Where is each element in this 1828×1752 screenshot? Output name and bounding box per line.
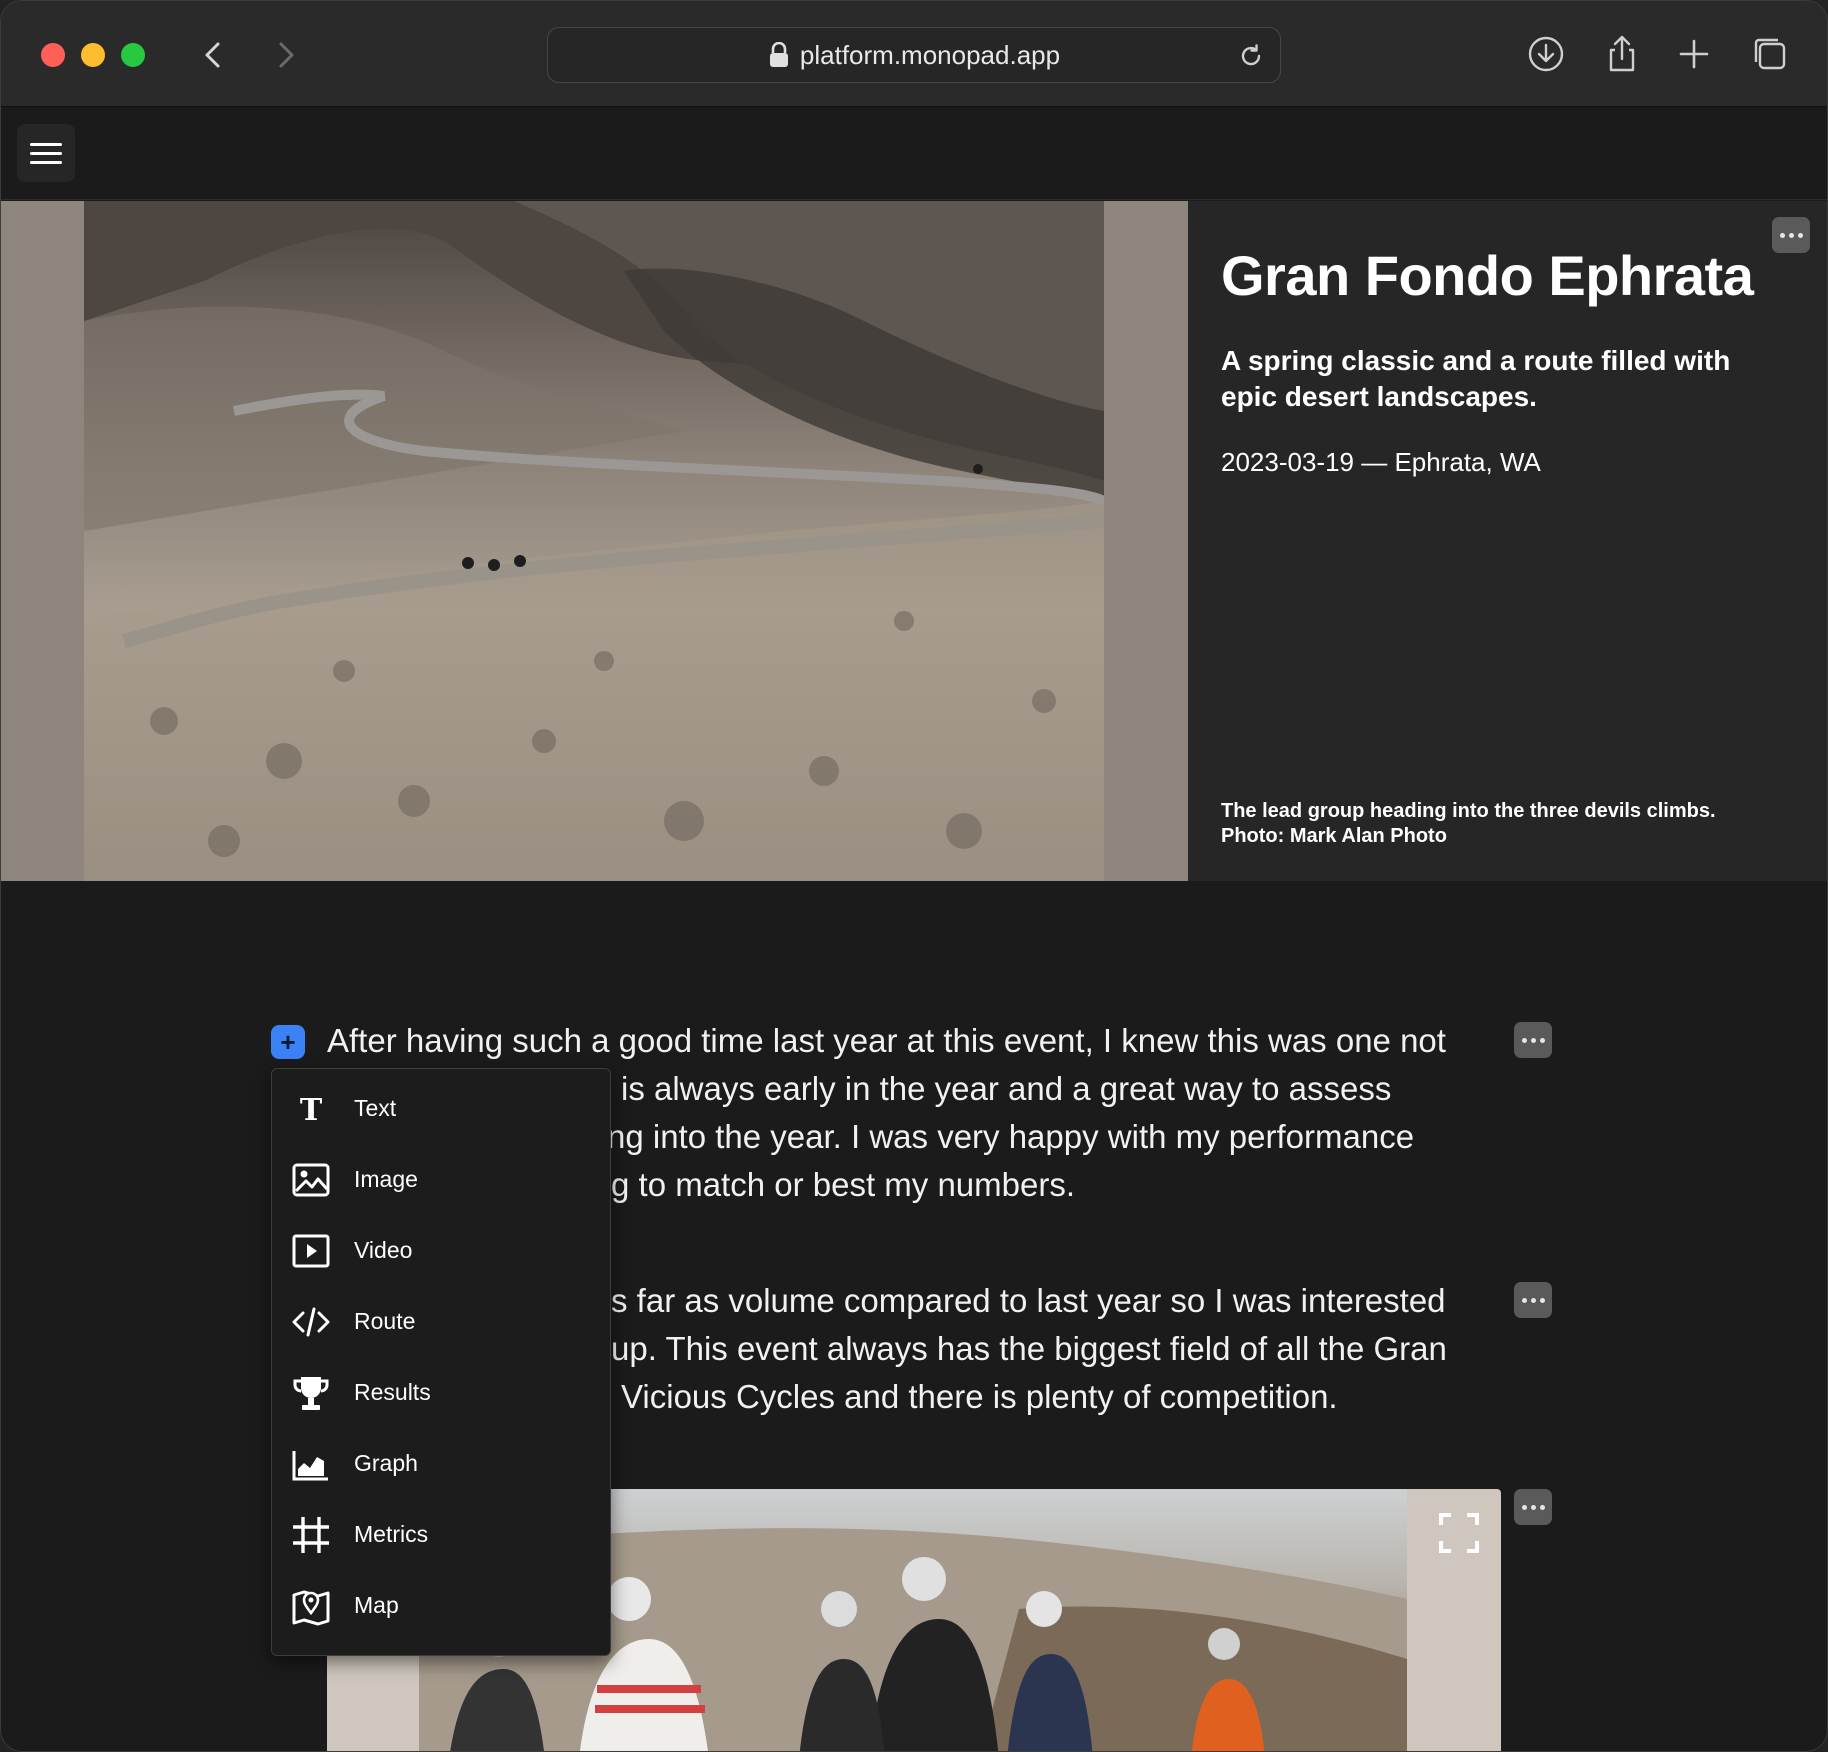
menu-item-results[interactable]: Results <box>272 1357 610 1428</box>
hero-text-panel: Gran Fondo Ephrata A spring classic and … <box>1221 201 1801 881</box>
downloads-button[interactable] <box>1525 33 1567 75</box>
hero-image-frame <box>1 201 1188 881</box>
browser-window: platform.monopad.app Gran Fondo Ephrata … <box>0 0 1828 1752</box>
map-icon <box>290 1585 332 1627</box>
menu-item-label: Graph <box>354 1450 418 1476</box>
maximize-window-button[interactable] <box>121 43 145 67</box>
chevron-right-icon <box>279 42 294 68</box>
paragraph-more-button[interactable] <box>1514 1022 1552 1058</box>
paragraph-line: After having such a good time last year … <box>327 1022 1446 1059</box>
paragraph-more-button[interactable] <box>1514 1282 1552 1318</box>
hamburger-icon <box>30 142 62 146</box>
more-icon <box>1779 232 1785 238</box>
caption-text: The lead group heading into the three de… <box>1221 800 1716 822</box>
chevron-left-icon <box>205 42 220 68</box>
menu-item-label: Results <box>354 1379 431 1405</box>
menu-item-graph[interactable]: Graph <box>272 1428 610 1499</box>
svg-text:T: T <box>300 1093 323 1128</box>
hero-more-button[interactable] <box>1772 217 1810 253</box>
more-icon <box>1521 1297 1527 1303</box>
plus-icon <box>1679 39 1709 69</box>
back-button[interactable] <box>194 35 234 75</box>
menu-item-label: Text <box>354 1095 397 1121</box>
share-button[interactable] <box>1601 33 1643 75</box>
menu-item-label: Map <box>354 1592 399 1618</box>
new-tab-button[interactable] <box>1673 33 1715 75</box>
menu-item-label: Video <box>354 1237 413 1263</box>
area-chart-icon <box>290 1443 332 1485</box>
url-text: platform.monopad.app <box>799 39 1061 70</box>
more-icon <box>1521 1504 1527 1510</box>
grid-icon <box>290 1514 332 1556</box>
minimize-window-button[interactable] <box>81 43 105 67</box>
text-icon: T <box>290 1088 332 1130</box>
video-icon <box>290 1230 332 1272</box>
app-header <box>1 108 1827 200</box>
menu-item-label: Image <box>354 1166 418 1192</box>
menu-button[interactable] <box>17 124 75 182</box>
code-icon <box>290 1301 332 1343</box>
event-date-location: 2023-03-19 — Ephrata, WA <box>1221 447 1541 477</box>
add-block-button[interactable]: + <box>271 1025 305 1059</box>
image-icon <box>290 1159 332 1201</box>
reload-icon[interactable] <box>1236 41 1266 71</box>
expand-icon[interactable] <box>1437 1511 1481 1555</box>
close-window-button[interactable] <box>41 43 65 67</box>
photo-caption: The lead group heading into the three de… <box>1221 799 1781 849</box>
tab-overview-button[interactable] <box>1749 33 1791 75</box>
image-more-button[interactable] <box>1514 1489 1552 1525</box>
add-block-menu: T Text Image Video Route Results Graph M… <box>271 1068 611 1656</box>
menu-item-image[interactable]: Image <box>272 1144 610 1215</box>
page-title: Gran Fondo Ephrata <box>1221 244 1754 307</box>
menu-item-label: Route <box>354 1308 416 1334</box>
menu-item-metrics[interactable]: Metrics <box>272 1499 610 1570</box>
download-icon <box>1528 36 1564 72</box>
browser-toolbar: platform.monopad.app <box>1 1 1827 107</box>
menu-item-video[interactable]: Video <box>272 1215 610 1286</box>
tabs-icon <box>1754 38 1786 70</box>
menu-item-text[interactable]: T Text <box>272 1073 610 1144</box>
menu-item-map[interactable]: Map <box>272 1570 610 1641</box>
forward-button[interactable] <box>265 35 305 75</box>
more-icon <box>1521 1037 1527 1043</box>
share-icon <box>1609 35 1635 72</box>
trophy-icon <box>290 1372 332 1414</box>
hero-section: Gran Fondo Ephrata A spring classic and … <box>1 201 1827 881</box>
desert-landscape-image <box>84 201 1104 881</box>
menu-item-route[interactable]: Route <box>272 1286 610 1357</box>
lock-icon <box>769 42 788 67</box>
menu-item-label: Metrics <box>354 1521 429 1547</box>
photo-credit: Photo: Mark Alan Photo <box>1221 825 1447 847</box>
page-subtitle: A spring classic and a route filled with… <box>1221 345 1731 412</box>
address-bar[interactable]: platform.monopad.app <box>547 27 1281 83</box>
hero-image[interactable] <box>84 201 1104 881</box>
